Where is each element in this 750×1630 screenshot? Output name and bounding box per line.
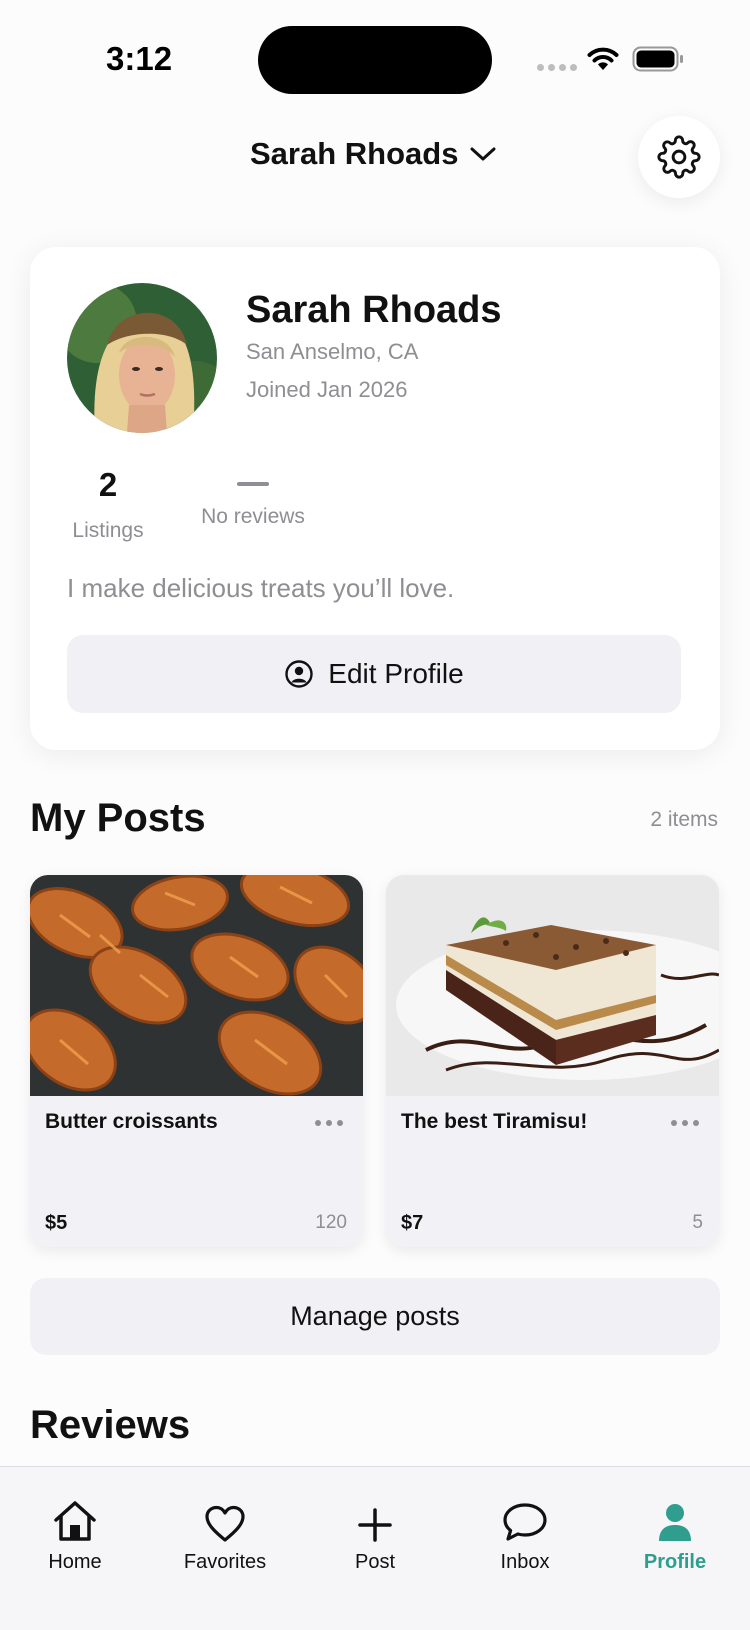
listings-label: Listings <box>72 519 144 542</box>
chevron-down-icon <box>470 147 496 161</box>
tab-inbox[interactable]: Inbox <box>450 1467 600 1574</box>
gear-icon <box>657 135 701 179</box>
edit-profile-button[interactable]: Edit Profile <box>67 635 681 713</box>
post-title: The best Tiramisu! <box>401 1110 588 1133</box>
reviews-label: No reviews <box>201 505 305 528</box>
posts-count: 2 items <box>650 808 718 831</box>
chat-bubble-icon <box>503 1503 547 1541</box>
profile-card: Sarah Rhoads San Anselmo, CA Joined Jan … <box>30 247 720 750</box>
reviews-stat: No reviews <box>193 465 313 529</box>
post-view-count: 120 <box>315 1212 347 1233</box>
person-icon <box>659 1504 691 1541</box>
manage-posts-button[interactable]: Manage posts <box>30 1278 720 1355</box>
reviews-heading: Reviews <box>30 1403 191 1447</box>
profile-bio: I make delicious treats you’ll love. <box>67 573 455 603</box>
battery-icon <box>632 46 683 72</box>
header-title: Sarah Rhoads <box>250 136 459 171</box>
post-view-count: 5 <box>692 1212 703 1233</box>
tab-label: Profile <box>643 1551 707 1573</box>
my-posts-heading: My Posts <box>30 796 206 840</box>
status-time: 3:12 <box>106 40 173 77</box>
tiramisu-image <box>386 875 719 1096</box>
profile-location: San Anselmo, CA <box>246 339 419 364</box>
dynamic-island <box>258 26 492 94</box>
profile-joined-date: Joined Jan 2026 <box>246 377 408 402</box>
status-bar: 3:12 <box>0 0 750 110</box>
more-options-icon[interactable] <box>315 1120 343 1126</box>
listings-stat: 2 Listings <box>67 465 149 543</box>
tab-bar: Home Favorites Post Inbox Profile <box>0 1466 750 1630</box>
post-card[interactable]: The best Tiramisu! $7 5 <box>386 875 719 1247</box>
tab-home[interactable]: Home <box>0 1467 150 1574</box>
tab-label: Favorites <box>183 1551 267 1573</box>
wifi-icon <box>587 47 619 70</box>
listings-count: 2 <box>98 466 118 503</box>
tab-label: Post <box>354 1551 396 1573</box>
tab-label: Inbox <box>500 1551 550 1573</box>
post-price: $5 <box>45 1212 68 1234</box>
profile-name: Sarah Rhoads <box>246 289 502 331</box>
settings-button[interactable] <box>638 116 720 198</box>
croissants-image <box>30 875 363 1096</box>
plus-icon <box>358 1508 392 1542</box>
home-icon <box>54 1501 96 1541</box>
tab-profile[interactable]: Profile <box>600 1467 750 1574</box>
heart-icon <box>205 1505 245 1542</box>
reviews-empty-dash <box>237 482 269 486</box>
post-card[interactable]: Butter croissants $5 120 <box>30 875 363 1247</box>
post-price: $7 <box>401 1212 424 1234</box>
more-options-icon[interactable] <box>671 1120 699 1126</box>
edit-profile-label: Edit Profile <box>328 658 464 689</box>
person-circle-icon <box>285 660 313 688</box>
avatar[interactable] <box>67 283 217 433</box>
tab-post[interactable]: Post <box>300 1467 450 1574</box>
post-title: Butter croissants <box>45 1110 218 1133</box>
tab-favorites[interactable]: Favorites <box>150 1467 300 1574</box>
account-switcher[interactable]: Sarah Rhoads <box>250 136 496 172</box>
tab-label: Home <box>48 1551 102 1573</box>
cellular-signal-icon <box>537 64 577 71</box>
